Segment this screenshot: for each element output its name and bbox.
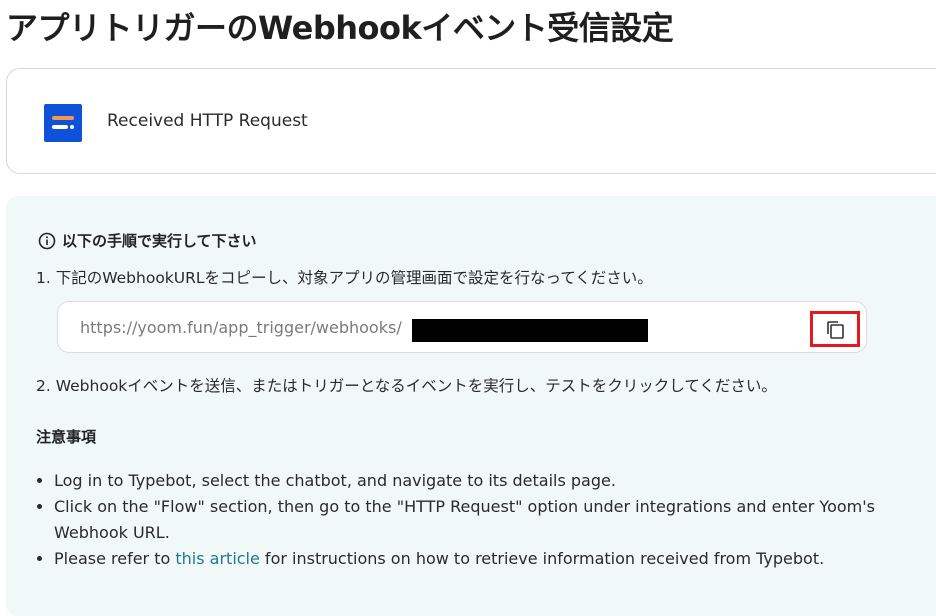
webhook-url-field[interactable]: https://yoom.fun/app_trigger/webhooks/ [57, 301, 867, 353]
typebot-logo-icon [44, 104, 82, 142]
trigger-name: Received HTTP Request [107, 111, 308, 131]
notes-list: Log in to Typebot, select the chatbot, a… [36, 468, 934, 572]
instructions-heading: 以下の手順で実行して下さい [38, 230, 257, 251]
webhook-url-text[interactable]: https://yoom.fun/app_trigger/webhooks/ [80, 318, 402, 337]
list-item: Click on the "Flow" section, then go to … [54, 494, 934, 546]
notes-heading: 注意事項 [36, 428, 97, 446]
step-two-text: 2. Webhookイベントを送信、またはトリガーとなるイベントを実行し、テスト… [36, 377, 777, 395]
note-text: for instructions on how to retrieve info… [259, 549, 825, 568]
copy-url-button[interactable] [810, 311, 860, 347]
instructions-heading-text: 以下の手順で実行して下さい [62, 232, 257, 250]
page-title: アプリトリガーのWebhookイベント受信設定 [6, 9, 674, 47]
note-text: Please refer to [54, 549, 176, 568]
list-item: Log in to Typebot, select the chatbot, a… [54, 468, 934, 494]
list-item: Please refer to this article for instruc… [54, 546, 934, 572]
instructions-panel: 以下の手順で実行して下さい 1. 下記のWebhookURLをコピーし、対象アプ… [6, 196, 936, 616]
redacted-url-token [412, 319, 648, 342]
info-circle-icon [38, 232, 56, 250]
step-one-text: 1. 下記のWebhookURLをコピーし、対象アプリの管理画面で設定を行なって… [36, 269, 653, 287]
trigger-card[interactable]: Received HTTP Request [6, 68, 936, 174]
article-link[interactable]: this article [175, 549, 259, 568]
